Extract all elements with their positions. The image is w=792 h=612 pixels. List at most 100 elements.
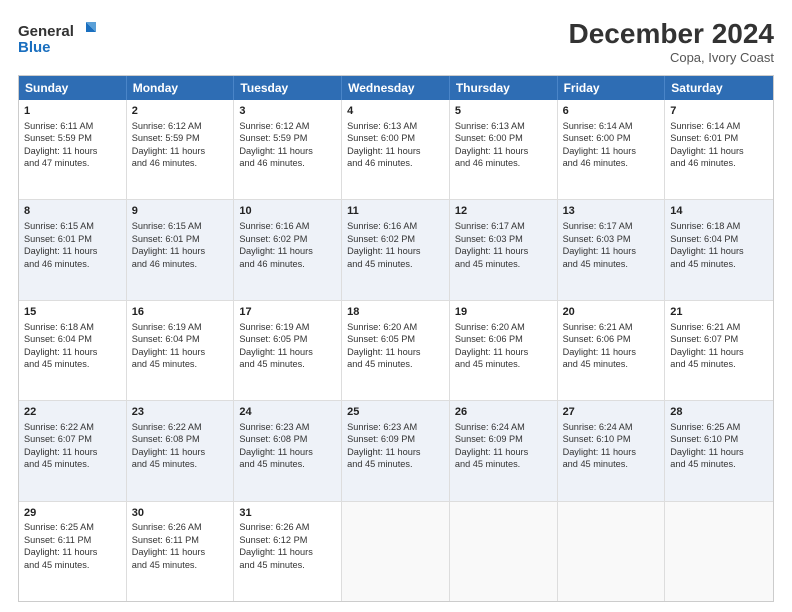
day-info-line: Sunset: 6:10 PM — [563, 433, 660, 445]
calendar-cell: 16Sunrise: 6:19 AMSunset: 6:04 PMDayligh… — [127, 301, 235, 400]
day-number: 7 — [670, 104, 768, 119]
calendar-header: SundayMondayTuesdayWednesdayThursdayFrid… — [19, 76, 773, 100]
day-info-line: Sunrise: 6:14 AM — [670, 120, 768, 132]
day-number: 2 — [132, 104, 229, 119]
day-info-line: Daylight: 11 hours — [347, 446, 444, 458]
calendar-cell: 3Sunrise: 6:12 AMSunset: 5:59 PMDaylight… — [234, 100, 342, 199]
day-info-line: Sunset: 6:06 PM — [455, 333, 552, 345]
day-number: 9 — [132, 204, 229, 219]
calendar-cell: 5Sunrise: 6:13 AMSunset: 6:00 PMDaylight… — [450, 100, 558, 199]
calendar-cell: 28Sunrise: 6:25 AMSunset: 6:10 PMDayligh… — [665, 401, 773, 500]
day-number: 3 — [239, 104, 336, 119]
day-info-line: Sunrise: 6:14 AM — [563, 120, 660, 132]
day-info-line: Daylight: 11 hours — [24, 145, 121, 157]
day-info-line: and 45 minutes. — [24, 458, 121, 470]
day-info-line: Sunset: 6:01 PM — [24, 233, 121, 245]
day-info-line: and 46 minutes. — [563, 157, 660, 169]
day-info-line: Sunrise: 6:18 AM — [24, 321, 121, 333]
calendar-cell: 8Sunrise: 6:15 AMSunset: 6:01 PMDaylight… — [19, 200, 127, 299]
day-info-line: Sunset: 6:11 PM — [24, 534, 121, 546]
calendar-body: 1Sunrise: 6:11 AMSunset: 5:59 PMDaylight… — [19, 100, 773, 601]
day-info-line: Sunset: 6:09 PM — [347, 433, 444, 445]
day-info-line: Sunrise: 6:13 AM — [455, 120, 552, 132]
day-info-line: Sunrise: 6:21 AM — [670, 321, 768, 333]
day-number: 4 — [347, 104, 444, 119]
calendar-row: 1Sunrise: 6:11 AMSunset: 5:59 PMDaylight… — [19, 100, 773, 200]
day-info-line: Sunset: 6:11 PM — [132, 534, 229, 546]
day-info-line: and 46 minutes. — [239, 258, 336, 270]
day-info-line: and 45 minutes. — [563, 358, 660, 370]
calendar-cell: 12Sunrise: 6:17 AMSunset: 6:03 PMDayligh… — [450, 200, 558, 299]
day-info-line: Sunrise: 6:20 AM — [455, 321, 552, 333]
day-number: 8 — [24, 204, 121, 219]
day-info-line: Daylight: 11 hours — [347, 245, 444, 257]
day-info-line: Daylight: 11 hours — [239, 546, 336, 558]
day-info-line: Sunrise: 6:20 AM — [347, 321, 444, 333]
day-info-line: and 45 minutes. — [670, 458, 768, 470]
day-info-line: Sunset: 6:08 PM — [239, 433, 336, 445]
day-info-line: Daylight: 11 hours — [239, 145, 336, 157]
day-number: 17 — [239, 305, 336, 320]
day-number: 25 — [347, 405, 444, 420]
day-info-line: and 45 minutes. — [239, 358, 336, 370]
day-info-line: Daylight: 11 hours — [24, 346, 121, 358]
day-info-line: Sunset: 6:05 PM — [347, 333, 444, 345]
day-number: 23 — [132, 405, 229, 420]
day-info-line: Sunrise: 6:16 AM — [239, 220, 336, 232]
day-info-line: Sunset: 6:03 PM — [455, 233, 552, 245]
calendar-cell: 11Sunrise: 6:16 AMSunset: 6:02 PMDayligh… — [342, 200, 450, 299]
calendar-row: 8Sunrise: 6:15 AMSunset: 6:01 PMDaylight… — [19, 200, 773, 300]
day-info-line: Daylight: 11 hours — [24, 245, 121, 257]
calendar-cell: 20Sunrise: 6:21 AMSunset: 6:06 PMDayligh… — [558, 301, 666, 400]
day-info-line: Sunrise: 6:11 AM — [24, 120, 121, 132]
day-number: 28 — [670, 405, 768, 420]
day-info-line: and 45 minutes. — [132, 358, 229, 370]
day-info-line: Sunset: 6:05 PM — [239, 333, 336, 345]
day-info-line: Daylight: 11 hours — [563, 446, 660, 458]
day-info-line: Sunrise: 6:17 AM — [455, 220, 552, 232]
day-number: 1 — [24, 104, 121, 119]
day-info-line: and 46 minutes. — [455, 157, 552, 169]
day-info-line: and 45 minutes. — [455, 458, 552, 470]
day-info-line: Sunset: 6:02 PM — [239, 233, 336, 245]
day-info-line: Daylight: 11 hours — [132, 546, 229, 558]
calendar-cell — [450, 502, 558, 601]
day-info-line: Sunrise: 6:19 AM — [239, 321, 336, 333]
day-number: 29 — [24, 506, 121, 521]
calendar-header-cell: Thursday — [450, 76, 558, 100]
day-info-line: Sunset: 6:07 PM — [670, 333, 768, 345]
calendar-header-cell: Wednesday — [342, 76, 450, 100]
day-info-line: Sunset: 6:09 PM — [455, 433, 552, 445]
calendar-cell: 22Sunrise: 6:22 AMSunset: 6:07 PMDayligh… — [19, 401, 127, 500]
day-info-line: Sunrise: 6:23 AM — [347, 421, 444, 433]
day-info-line: Sunrise: 6:22 AM — [24, 421, 121, 433]
day-info-line: Sunrise: 6:24 AM — [563, 421, 660, 433]
calendar-cell: 13Sunrise: 6:17 AMSunset: 6:03 PMDayligh… — [558, 200, 666, 299]
day-info-line: and 45 minutes. — [347, 258, 444, 270]
day-info-line: Daylight: 11 hours — [563, 145, 660, 157]
day-info-line: Sunrise: 6:15 AM — [24, 220, 121, 232]
calendar-cell: 19Sunrise: 6:20 AMSunset: 6:06 PMDayligh… — [450, 301, 558, 400]
day-number: 16 — [132, 305, 229, 320]
day-info-line: Sunset: 6:04 PM — [670, 233, 768, 245]
day-info-line: Daylight: 11 hours — [347, 346, 444, 358]
day-info-line: and 47 minutes. — [24, 157, 121, 169]
day-info-line: Daylight: 11 hours — [670, 346, 768, 358]
day-info-line: Daylight: 11 hours — [132, 346, 229, 358]
calendar-cell: 25Sunrise: 6:23 AMSunset: 6:09 PMDayligh… — [342, 401, 450, 500]
day-number: 12 — [455, 204, 552, 219]
day-info-line: Daylight: 11 hours — [347, 145, 444, 157]
day-info-line: and 45 minutes. — [563, 258, 660, 270]
day-info-line: Daylight: 11 hours — [239, 245, 336, 257]
day-info-line: Sunset: 6:08 PM — [132, 433, 229, 445]
day-info-line: and 45 minutes. — [132, 559, 229, 571]
calendar-cell: 29Sunrise: 6:25 AMSunset: 6:11 PMDayligh… — [19, 502, 127, 601]
calendar-cell — [342, 502, 450, 601]
calendar-header-cell: Sunday — [19, 76, 127, 100]
day-info-line: Sunrise: 6:12 AM — [132, 120, 229, 132]
day-number: 21 — [670, 305, 768, 320]
day-info-line: Daylight: 11 hours — [670, 245, 768, 257]
day-info-line: and 46 minutes. — [347, 157, 444, 169]
day-info-line: and 45 minutes. — [347, 358, 444, 370]
calendar-cell: 10Sunrise: 6:16 AMSunset: 6:02 PMDayligh… — [234, 200, 342, 299]
